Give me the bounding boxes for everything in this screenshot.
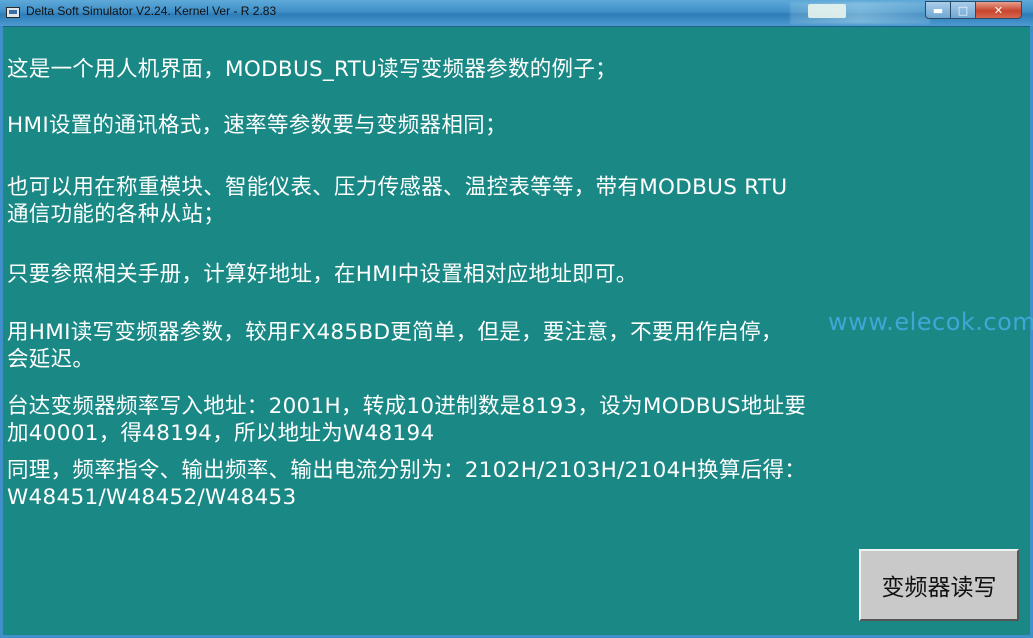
minimize-icon: ▬ [932,3,944,17]
text-line-11: W48451/W48452/W48453 [7,485,297,510]
blurred-chip [808,4,846,18]
text-line-10: 同理，频率指令、输出频率、输出电流分别为：2102H/2103H/2104H换算… [7,458,807,483]
text-line-8: 台达变频器频率写入地址：2001H，转成10进制数是8193，设为MODBUS地… [7,394,807,419]
close-button[interactable]: ✕ [975,1,1022,19]
watermark-text: www.elecok.com [828,308,1033,336]
close-icon: ✕ [993,3,1004,17]
text-line-9: 加40001，得48194，所以地址为W48194 [7,421,435,446]
text-line-1: 这是一个用人机界面，MODBUS_RTU读写变频器参数的例子； [7,57,617,82]
app-icon [6,7,20,18]
text-line-2: HMI设置的通讯格式，速率等参数要与变频器相同； [7,113,507,138]
title-bar[interactable]: Delta Soft Simulator V2.24. Kernel Ver -… [0,0,1033,27]
maximize-icon: □ [957,3,969,17]
text-line-7: 会延迟。 [7,347,95,372]
window-title: Delta Soft Simulator V2.24. Kernel Ver -… [26,4,277,18]
text-line-6: 用HMI读写变频器参数，较用FX485BD更简单，但是，要注意，不要用作启停， [7,320,783,345]
maximize-button[interactable]: □ [950,1,976,19]
vfd-read-write-label: 变频器读写 [881,575,997,601]
vfd-read-write-button[interactable]: 变频器读写 [859,549,1019,621]
text-line-3: 也可以用在称重模块、智能仪表、压力传感器、温控表等等，带有MODBUS RTU [7,175,788,200]
minimize-button[interactable]: ▬ [925,1,951,19]
text-line-4: 通信功能的各种从站； [7,202,226,227]
text-line-5: 只要参照相关手册，计算好地址，在HMI中设置相对应地址即可。 [7,262,638,287]
